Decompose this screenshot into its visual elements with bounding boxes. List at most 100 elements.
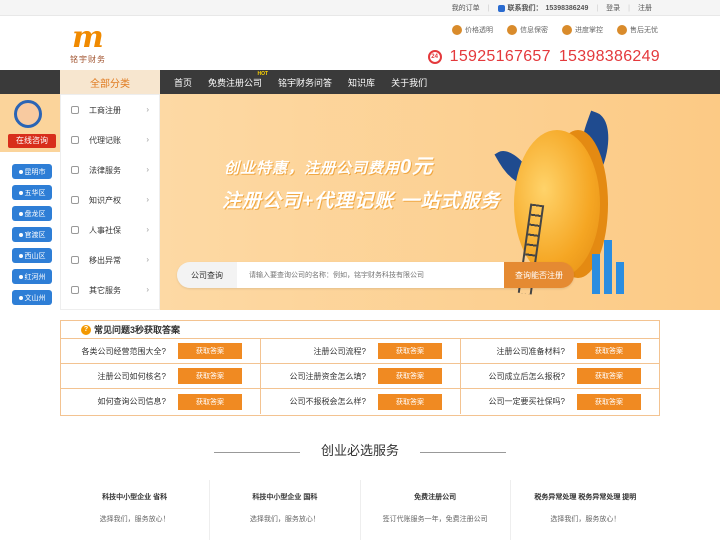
faq-item: 如何查询公司信息? 获取答案 <box>61 389 261 414</box>
consult-title: 在线咨询 <box>8 134 56 148</box>
category-remove-abnormal[interactable]: 移出异常 › <box>61 245 159 275</box>
faq-item: 注册公司准备材料? 获取答案 <box>461 339 659 364</box>
faq-title: 常见问题3秒获取答案 <box>94 325 181 335</box>
nav-item-knowledge[interactable]: 知识库 <box>340 70 383 94</box>
location-pin-icon <box>18 190 23 195</box>
ledger-icon <box>71 136 79 144</box>
faq-item: 公司成立后怎么报税? 获取答案 <box>461 364 659 389</box>
all-categories-button[interactable]: 全部分类 <box>60 70 160 94</box>
search-label: 公司查询 <box>177 262 237 288</box>
location-item[interactable]: 官渡区 <box>12 227 52 242</box>
service-desc: 选择我们，服务放心！ <box>99 516 170 523</box>
get-answer-button[interactable]: 获取答案 <box>178 343 242 359</box>
service-desc: 签订代账服务一年，免费注册公司 <box>382 516 488 523</box>
get-answer-button[interactable]: 获取答案 <box>577 393 641 410</box>
service-name: 科技中小型企业 国科 <box>252 494 318 501</box>
main-nav: 全部分类 首页 免费注册公司 HOT 铭宇财务问答 知识库 关于我们 <box>0 70 720 94</box>
faq-item: 注册公司流程? 获取答案 <box>261 339 461 364</box>
service-name: 免费注册公司 <box>414 494 457 501</box>
service-card[interactable]: 税务异常处理 税务异常处理 提明 选择我们，服务放心！ <box>511 480 660 540</box>
service-card[interactable]: 科技中小型企业 国科 选择我们，服务放心！ <box>210 480 361 540</box>
logo[interactable]: m 铭宇财务 <box>70 20 118 66</box>
chevron-right-icon: › <box>146 225 149 234</box>
chevron-right-icon: › <box>146 165 149 174</box>
trophy-icon <box>617 25 627 35</box>
category-legal[interactable]: 法律服务 › <box>61 155 159 185</box>
faq-item: 公司不报税会怎么样? 获取答案 <box>261 389 461 414</box>
hero-price: 0元 <box>400 156 434 178</box>
top-bar: 我的订单 | 联系我们： 15398386249 | 登录 | 注册 <box>0 0 720 16</box>
search-button[interactable]: 查询能否注册 <box>504 262 574 288</box>
nav-items: 首页 免费注册公司 HOT 铭宇财务问答 知识库 关于我们 <box>166 70 435 94</box>
service-name: 税务异常处理 税务异常处理 提明 <box>534 494 637 501</box>
hotline-number-1: 15925167657 <box>449 48 551 65</box>
phone-icon <box>497 4 505 12</box>
services-row: 科技中小型企业 省科 选择我们，服务放心！ 科技中小型企业 国科 选择我们，服务… <box>60 480 660 540</box>
logo-mark: m <box>72 20 104 55</box>
hero-slogan-1: 创业特惠，注册公司费用0元 <box>224 156 434 178</box>
clock-icon <box>562 25 572 35</box>
location-item[interactable]: 昆明市 <box>12 164 52 179</box>
faq-grid: 各类公司经营范围大全? 获取答案 注册公司流程? 获取答案 注册公司准备材料? 获取答… <box>61 339 659 414</box>
box-icon <box>71 286 79 294</box>
service-desc: 选择我们，服务放心！ <box>550 516 621 523</box>
logo-text: 铭宇财务 <box>70 55 106 64</box>
category-business-registration[interactable]: 工商注册 › <box>61 95 159 125</box>
my-orders-link[interactable]: 我的订单 <box>444 3 488 13</box>
contact-phone: 联系我们： 15398386249 <box>490 3 597 13</box>
hotline-number-2: 15398386249 <box>558 48 660 65</box>
faq-item: 公司一定要买社保吗? 获取答案 <box>461 389 659 414</box>
location-pin-icon <box>18 274 23 279</box>
faq-item: 各类公司经营范围大全? 获取答案 <box>61 339 261 364</box>
nav-item-free-register[interactable]: 免费注册公司 HOT <box>200 70 270 94</box>
get-answer-button[interactable]: 获取答案 <box>378 393 442 410</box>
service-card[interactable]: 免费注册公司 签订代账服务一年，免费注册公司 <box>361 480 511 540</box>
contact-label: 联系我们： <box>507 5 543 12</box>
service-name: 科技中小型企业 省科 <box>102 494 168 501</box>
badge-price: 价格透明 <box>452 25 493 35</box>
chevron-right-icon: › <box>146 195 149 204</box>
consult-header[interactable]: 在线咨询 <box>0 94 60 152</box>
building-icon <box>71 106 79 114</box>
nav-item-about[interactable]: 关于我们 <box>383 70 435 94</box>
category-bookkeeping[interactable]: 代理记账 › <box>61 125 159 155</box>
hot-badge: HOT <box>257 71 269 77</box>
chevron-right-icon: › <box>146 105 149 114</box>
faq-item: 注册公司如何核名? 获取答案 <box>61 364 261 389</box>
bar-decoration <box>604 240 612 294</box>
location-pin-icon <box>18 253 23 258</box>
location-item[interactable]: 西山区 <box>12 248 52 263</box>
get-answer-button[interactable]: 获取答案 <box>178 368 242 384</box>
chevron-right-icon: › <box>146 135 149 144</box>
search-input[interactable] <box>237 262 504 288</box>
company-search: 公司查询 查询能否注册 <box>177 262 574 288</box>
location-item[interactable]: 文山州 <box>12 290 52 305</box>
agent-avatar-icon <box>14 100 42 128</box>
register-link[interactable]: 注册 <box>630 3 660 13</box>
get-answer-button[interactable]: 获取答案 <box>577 368 641 384</box>
top-links: 我的订单 | 联系我们： 15398386249 | 登录 | 注册 <box>444 0 660 16</box>
location-item[interactable]: 盘龙区 <box>12 206 52 221</box>
nav-item-qa[interactable]: 铭宇财务问答 <box>270 70 340 94</box>
login-link[interactable]: 登录 <box>598 3 628 13</box>
get-answer-button[interactable]: 获取答案 <box>378 343 442 359</box>
nav-item-home[interactable]: 首页 <box>166 70 200 94</box>
location-pin-icon <box>18 232 23 237</box>
badge-progress: 进度掌控 <box>562 25 603 35</box>
online-consult-sidebar: 在线咨询 昆明市 五华区 盘龙区 官渡区 西山区 红河州 文山州 <box>0 94 60 310</box>
location-pin-icon <box>18 295 23 300</box>
location-item[interactable]: 红河州 <box>12 269 52 284</box>
get-answer-button[interactable]: 获取答案 <box>577 343 641 359</box>
badge-aftersale: 售后无忧 <box>617 25 658 35</box>
service-card[interactable]: 科技中小型企业 省科 选择我们，服务放心！ <box>60 480 211 540</box>
category-other[interactable]: 其它服务 › <box>61 275 159 305</box>
document-icon <box>71 256 79 264</box>
get-answer-button[interactable]: 获取答案 <box>178 393 242 410</box>
get-answer-button[interactable]: 获取答案 <box>378 368 442 384</box>
header: m 铭宇财务 价格透明 信息保密 进度掌控 售后无忧 24 1592516765… <box>0 16 720 70</box>
category-ip[interactable]: 知识产权 › <box>61 185 159 215</box>
category-hr-social[interactable]: 人事社保 › <box>61 215 159 245</box>
location-list: 昆明市 五华区 盘龙区 官渡区 西山区 红河州 文山州 <box>12 164 52 311</box>
location-item[interactable]: 五华区 <box>12 185 52 200</box>
services-title: 创业必选服务 <box>0 440 720 459</box>
